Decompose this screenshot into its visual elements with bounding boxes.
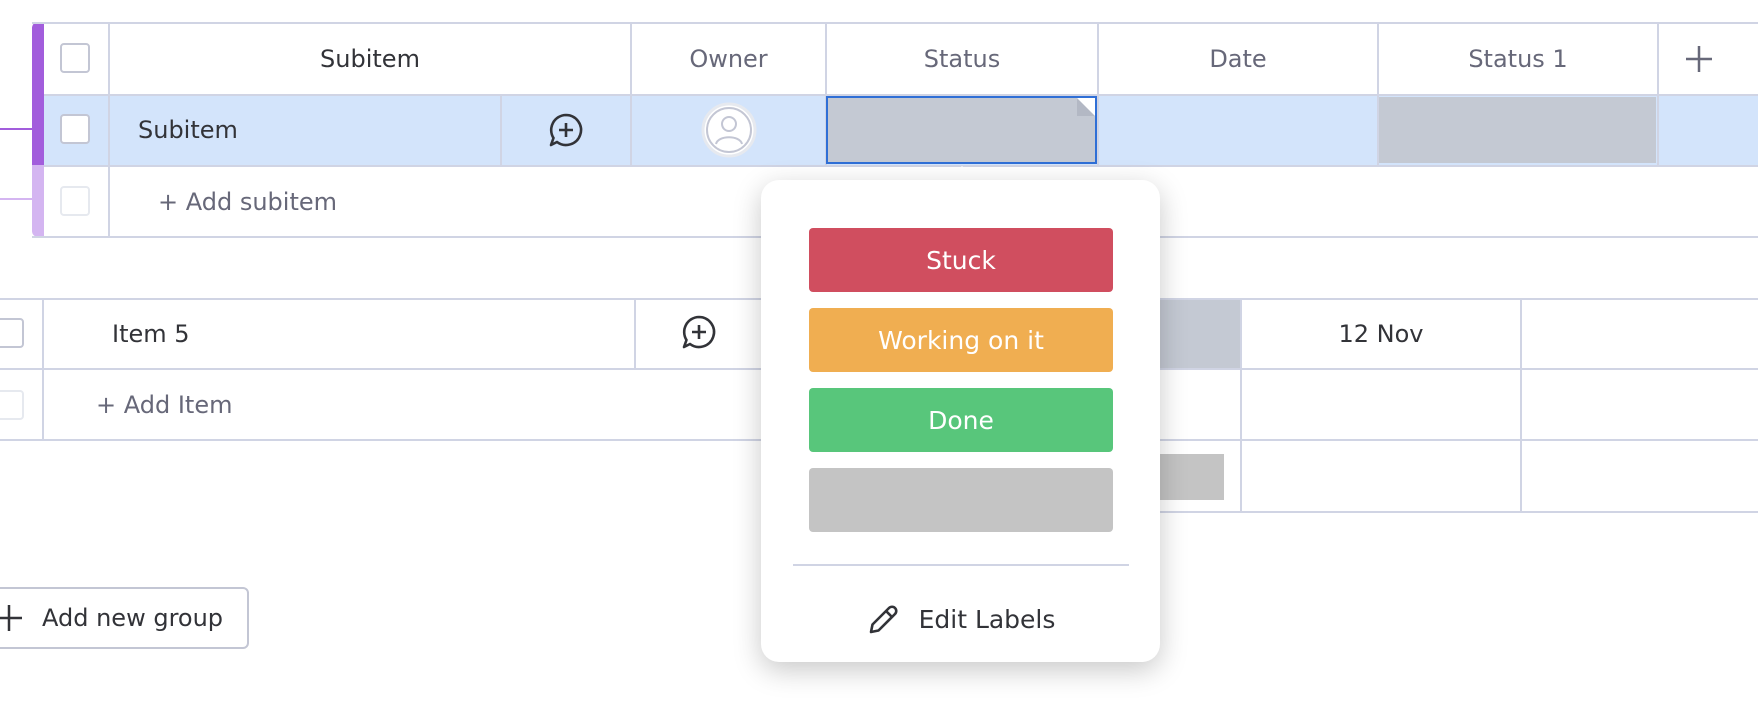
subitem-connector-line-light — [0, 198, 32, 200]
group-color-bar — [32, 22, 44, 165]
item-status-1-cell[interactable] — [1522, 300, 1758, 368]
subitem-status-1-cell[interactable] — [1379, 95, 1657, 165]
status-option-done[interactable]: Done — [809, 388, 1113, 452]
grid-line — [1160, 511, 1758, 513]
subitem-owner-cell[interactable] — [632, 95, 825, 165]
add-subitem-button[interactable]: + Add subitem — [158, 167, 458, 236]
edit-labels-text: Edit Labels — [918, 604, 1056, 634]
status-cell-selected[interactable] — [826, 96, 1097, 164]
plus-icon — [0, 605, 22, 631]
status-cell-fold-corner — [1077, 98, 1095, 116]
status-summary-bar — [1160, 454, 1224, 500]
add-new-group-button[interactable]: Add new group — [0, 587, 249, 649]
group-color-bar-light — [32, 165, 44, 237]
add-item-checkbox — [0, 390, 24, 420]
subitem-connector-line — [0, 128, 32, 130]
column-header-owner[interactable]: Owner — [632, 24, 825, 94]
edit-labels-button[interactable]: Edit Labels — [861, 594, 1061, 644]
add-update-icon — [549, 113, 583, 147]
select-all-subitems-checkbox[interactable] — [60, 43, 90, 73]
column-header-status-1[interactable]: Status 1 — [1379, 24, 1657, 94]
popover-divider — [793, 564, 1129, 566]
plus-icon — [1686, 46, 1712, 72]
status-option-empty[interactable] — [809, 468, 1113, 532]
subitem-name-cell[interactable]: Subitem — [138, 95, 438, 165]
add-subitem-checkbox — [60, 186, 90, 216]
item-name-cell[interactable]: Item 5 — [112, 300, 512, 368]
add-item-button[interactable]: + Add Item — [96, 370, 496, 439]
person-avatar-icon — [701, 102, 756, 158]
subitem-date-cell[interactable] — [1099, 95, 1377, 165]
item-row-checkbox[interactable] — [0, 318, 24, 348]
add-column-button[interactable] — [1659, 24, 1739, 94]
subitem-row-checkbox[interactable] — [60, 114, 90, 144]
add-new-group-label: Add new group — [42, 604, 224, 632]
pencil-icon — [869, 605, 898, 634]
status-option-working-on-it[interactable]: Working on it — [809, 308, 1113, 372]
column-header-subitem[interactable]: Subitem — [110, 24, 630, 94]
item-date-cell[interactable]: 12 Nov — [1242, 300, 1520, 368]
grid-line — [42, 298, 44, 440]
column-header-status[interactable]: Status — [827, 24, 1097, 94]
status-option-stuck[interactable]: Stuck — [809, 228, 1113, 292]
item-add-update-button[interactable] — [636, 300, 762, 364]
status-labels-popover: Stuck Working on it Done Edit Labels — [761, 180, 1160, 662]
column-header-date[interactable]: Date — [1099, 24, 1377, 94]
item-status-cell-fill[interactable] — [1160, 300, 1240, 368]
subitem-add-update-button[interactable] — [502, 95, 630, 165]
add-update-icon — [682, 315, 716, 349]
